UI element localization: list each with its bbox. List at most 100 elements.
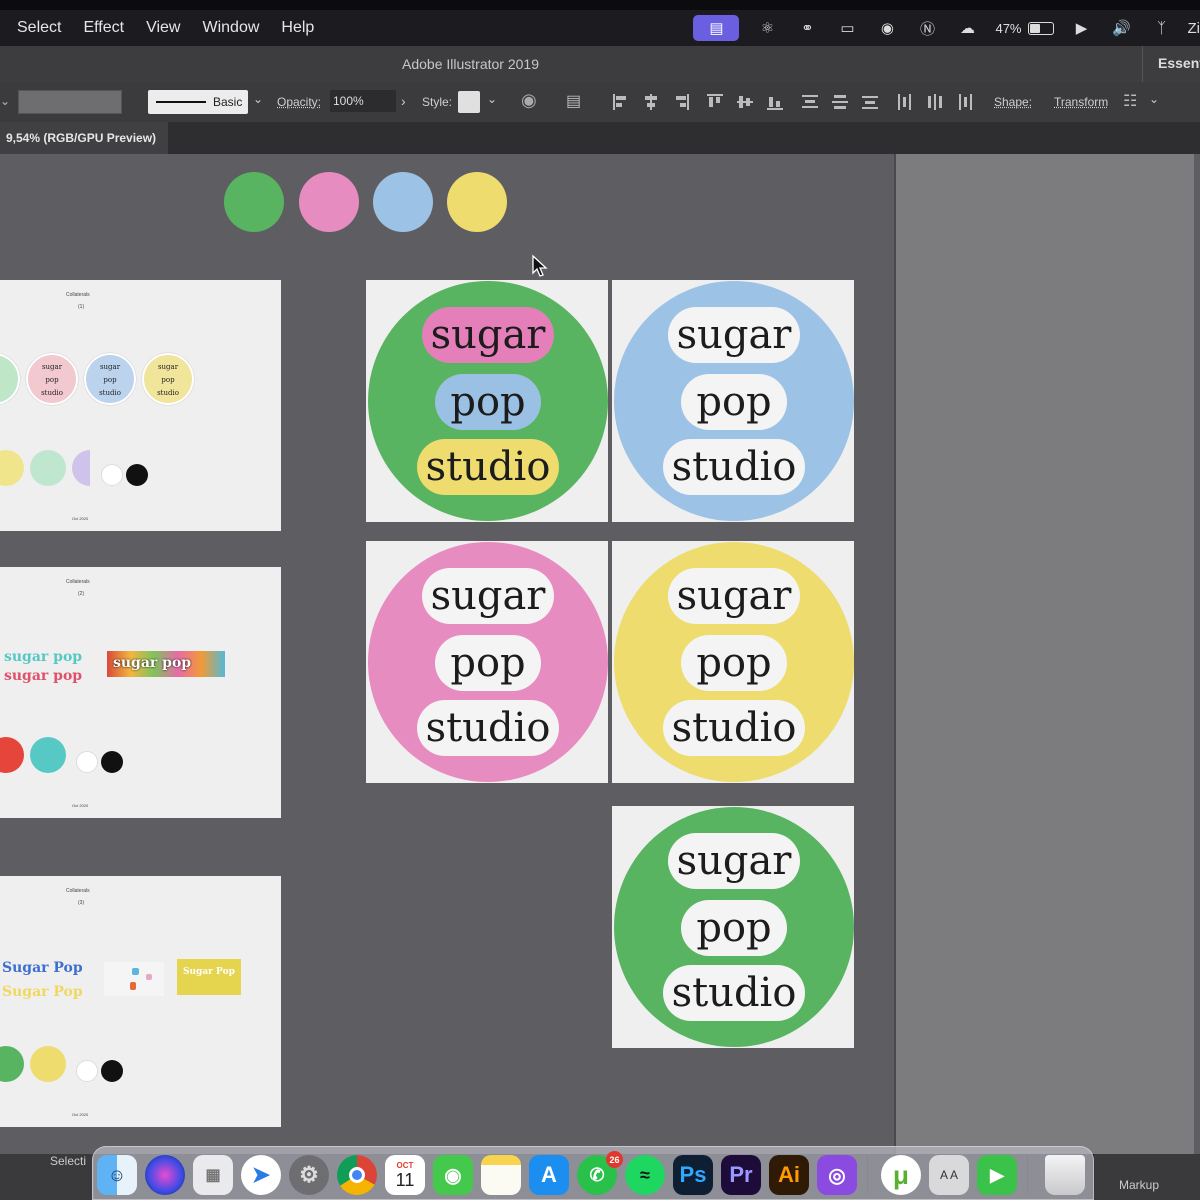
- creative-cloud-icon[interactable]: ⚭: [795, 18, 819, 38]
- align-vcenter-icon[interactable]: [736, 93, 754, 111]
- color-swatch-white: [101, 464, 123, 486]
- logo-pill-studio: studio: [663, 700, 805, 756]
- distribute-vcenter-icon[interactable]: [831, 93, 849, 111]
- battery-icon: [1027, 21, 1054, 35]
- logo-card-green-colored[interactable]: sugar pop studio: [366, 280, 608, 522]
- artboard-canvas[interactable]: Collaterals (1) sugar pop studio sugar p…: [0, 154, 1200, 1154]
- cloud-icon[interactable]: ☁: [955, 18, 979, 38]
- logo-pill-studio: studio: [663, 439, 805, 495]
- wordmark-blue: Sugar Pop: [2, 960, 83, 976]
- transform-button[interactable]: Transform: [1054, 95, 1108, 109]
- bluetooth-icon[interactable]: ᛉ: [1150, 18, 1174, 38]
- siri-icon[interactable]: [145, 1155, 185, 1195]
- opacity-input[interactable]: 100%: [330, 90, 396, 112]
- chevron-down-icon[interactable]: ⌄: [487, 92, 497, 106]
- app-store-icon[interactable]: A: [529, 1155, 569, 1195]
- torrent-icon[interactable]: Ⓝ: [915, 18, 939, 38]
- whatsapp-icon[interactable]: ✆ 26: [577, 1151, 623, 1195]
- system-preferences-icon[interactable]: ⚙: [289, 1155, 329, 1195]
- window-title: Adobe Illustrator 2019: [402, 56, 539, 72]
- distribute-hcenter-icon[interactable]: [926, 93, 944, 111]
- recolor-artwork-icon[interactable]: ◉: [521, 90, 537, 111]
- align-right-icon[interactable]: [672, 93, 690, 111]
- menu-help[interactable]: Help: [281, 19, 314, 37]
- logo-card-pink[interactable]: sugar pop studio: [366, 541, 608, 783]
- chrome-icon[interactable]: [337, 1155, 377, 1195]
- align-top-icon[interactable]: [706, 93, 724, 111]
- chevron-down-icon[interactable]: ⌄: [0, 94, 10, 108]
- messages-icon[interactable]: ◉: [433, 1155, 473, 1195]
- launchpad-icon[interactable]: ▦: [193, 1155, 233, 1195]
- palette-dot-pink[interactable]: [299, 172, 359, 232]
- align-bottom-icon[interactable]: [766, 93, 784, 111]
- podcasts-icon[interactable]: ◎: [817, 1155, 857, 1195]
- collateral-board-1[interactable]: Collaterals (1) sugar pop studio sugar p…: [0, 280, 281, 531]
- stroke-profile-select[interactable]: Basic: [148, 90, 248, 114]
- facetime-icon[interactable]: ▶: [977, 1155, 1017, 1195]
- menu-effect[interactable]: Effect: [83, 19, 124, 37]
- battery-status[interactable]: 47%: [995, 20, 1054, 36]
- menu-window[interactable]: Window: [202, 19, 259, 37]
- logo-pill-pop: pop: [435, 374, 541, 430]
- trash-icon[interactable]: [1045, 1155, 1085, 1195]
- collateral-board-2[interactable]: Collaterals (2) sugar pop sugar pop suga…: [0, 567, 281, 818]
- logo-card-green[interactable]: sugar pop studio: [612, 806, 854, 1048]
- calendar-icon[interactable]: OCT 11: [385, 1155, 425, 1195]
- play-icon[interactable]: ▶: [1070, 18, 1094, 38]
- color-swatch-black: [101, 1060, 123, 1082]
- chevron-down-icon[interactable]: ⌄: [1149, 92, 1159, 106]
- dictionary-icon[interactable]: A A: [929, 1155, 969, 1195]
- shape-label[interactable]: Shape:: [994, 95, 1032, 109]
- chevron-down-icon[interactable]: ⌄: [253, 92, 263, 106]
- premiere-icon[interactable]: Pr: [721, 1155, 761, 1195]
- menu-select[interactable]: Select: [17, 19, 61, 37]
- spotify-icon[interactable]: ≈: [625, 1155, 665, 1195]
- align-hcenter-icon[interactable]: [642, 93, 660, 111]
- menu-view[interactable]: View: [146, 19, 180, 37]
- align-left-icon[interactable]: [612, 93, 630, 111]
- color-swatch-yellow: [0, 450, 24, 486]
- logo-pill-pop: pop: [681, 635, 787, 691]
- mini-logo-word: sugar: [41, 363, 63, 371]
- collateral-board-3[interactable]: Collaterals (3) Sugar Pop Sugar Pop Suga…: [0, 876, 281, 1127]
- workspace-switcher[interactable]: Essent: [1142, 46, 1200, 82]
- volume-icon[interactable]: 🔊: [1110, 18, 1134, 38]
- control-bar: ⌄ Basic ⌄ Opacity: 100% › Style: ⌄ ◉ ▤ S…: [0, 82, 1200, 122]
- opacity-label[interactable]: Opacity:: [277, 95, 321, 109]
- distribute-right-icon[interactable]: [956, 93, 974, 111]
- distribute-bottom-icon[interactable]: [861, 93, 879, 111]
- board-subtitle: (2): [78, 591, 85, 597]
- finder-icon[interactable]: ☺: [97, 1155, 137, 1195]
- mini-logo-word: sugar: [99, 363, 121, 371]
- color-swatch-white: [76, 1060, 98, 1082]
- chevron-right-icon[interactable]: ›: [401, 93, 406, 109]
- illustrator-icon[interactable]: Ai: [769, 1155, 809, 1195]
- utorrent-icon[interactable]: μ: [881, 1155, 921, 1195]
- notification-app-icon[interactable]: ⚛: [755, 18, 779, 38]
- wordmark-teal: sugar pop: [4, 649, 83, 665]
- notes-icon[interactable]: [481, 1155, 521, 1195]
- safari-icon[interactable]: ➤: [241, 1155, 281, 1195]
- board-title: Collaterals: [66, 888, 90, 894]
- palette-dot-green[interactable]: [224, 172, 284, 232]
- distribute-top-icon[interactable]: [801, 93, 819, 111]
- graphic-style-swatch[interactable]: [458, 91, 480, 113]
- board-subtitle: (1): [78, 304, 85, 310]
- align-to-icon[interactable]: ▤: [566, 91, 581, 111]
- mini-logo-word: studio: [41, 389, 63, 397]
- display-icon[interactable]: ▭: [835, 18, 859, 38]
- logo-card-yellow[interactable]: sugar pop studio: [612, 541, 854, 783]
- screen-share-icon[interactable]: ▤: [693, 15, 740, 41]
- document-tab[interactable]: 9,54% (RGB/GPU Preview): [0, 122, 168, 154]
- logo-card-blue[interactable]: sugar pop studio: [612, 280, 854, 522]
- distribute-left-icon[interactable]: [896, 93, 914, 111]
- fill-color-swatch[interactable]: [18, 90, 122, 114]
- board-footer: Oct 2020: [72, 516, 89, 521]
- photoshop-icon[interactable]: Ps: [673, 1155, 713, 1195]
- battery-percent: 47%: [995, 20, 1022, 36]
- isolate-icon[interactable]: ☷: [1123, 91, 1137, 111]
- sync-icon[interactable]: ◉: [875, 18, 899, 38]
- palette-dot-blue[interactable]: [373, 172, 433, 232]
- color-swatch-green: [0, 1046, 24, 1082]
- palette-dot-yellow[interactable]: [447, 172, 507, 232]
